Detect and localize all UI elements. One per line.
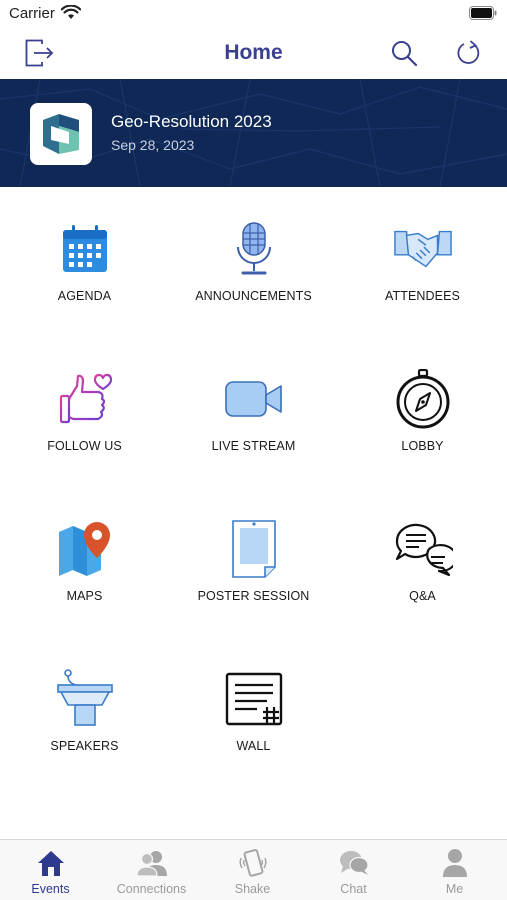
podium-icon [55,669,115,729]
tile-live-stream[interactable]: LIVE STREAM [169,337,338,487]
tile-label: FOLLOW US [47,439,122,453]
event-logo [30,103,92,165]
handshake-icon [393,219,453,279]
page-title: Home [224,41,283,64]
map-pin-icon [55,519,115,579]
tab-label: Connections [116,882,187,896]
tab-chat[interactable]: Chat [303,840,404,900]
person-icon [439,848,471,878]
tile-label: Q&A [409,589,436,603]
tile-label: AGENDA [57,289,112,303]
tile-label: ATTENDEES [385,289,460,303]
refresh-icon[interactable] [452,36,486,70]
tile-label: ANNOUNCEMENTS [195,289,312,303]
tab-label: Chat [340,882,367,896]
chat-bubbles-icon [393,519,453,579]
event-banner[interactable]: Geo-Resolution 2023 Sep 28, 2023 [0,79,507,187]
tile-label: SPEAKERS [50,739,119,753]
wall-post-icon [224,669,284,729]
tab-connections[interactable]: Connections [101,840,202,900]
thumbs-up-heart-icon [55,369,115,429]
tile-qa[interactable]: Q&A [338,487,507,637]
event-name: Geo-Resolution 2023 [111,112,272,131]
compass-icon [393,369,453,429]
search-icon[interactable] [387,36,421,70]
event-date: Sep 28, 2023 [111,137,195,153]
people-icon [135,848,168,878]
tab-bar: Events Connections Shake Chat Me [0,839,507,900]
tab-label: Me [445,882,464,896]
tab-label: Events [31,882,70,896]
tab-shake[interactable]: Shake [202,840,303,900]
battery-icon [469,6,497,25]
tile-maps[interactable]: MAPS [0,487,169,637]
house-icon [35,848,67,878]
video-camera-icon [224,369,284,429]
calendar-icon [55,219,115,279]
phone-shake-icon [237,848,269,878]
tile-follow-us[interactable]: FOLLOW US [0,337,169,487]
tile-label: WALL [236,739,271,753]
tile-poster-session[interactable]: POSTER SESSION [169,487,338,637]
tab-me[interactable]: Me [404,840,505,900]
tab-label: Shake [234,882,271,896]
tile-label: LOBBY [401,439,444,453]
chat-icon [338,848,370,878]
tile-label: POSTER SESSION [197,589,310,603]
carrier-label: Carrier [9,5,55,22]
tile-agenda[interactable]: AGENDA [0,187,169,337]
status-bar: Carrier [0,0,507,28]
tile-wall[interactable]: WALL [169,637,338,787]
tile-speakers[interactable]: SPEAKERS [0,637,169,787]
microphone-icon [224,219,284,279]
tile-label: LIVE STREAM [211,439,296,453]
tile-label: MAPS [66,589,103,603]
tile-attendees[interactable]: ATTENDEES [338,187,507,337]
poster-icon [224,519,284,579]
tab-events[interactable]: Events [0,840,101,900]
wifi-icon [60,4,82,25]
tile-announcements[interactable]: ANNOUNCEMENTS [169,187,338,337]
tile-lobby[interactable]: LOBBY [338,337,507,487]
navigation-bar: Home [0,28,507,79]
